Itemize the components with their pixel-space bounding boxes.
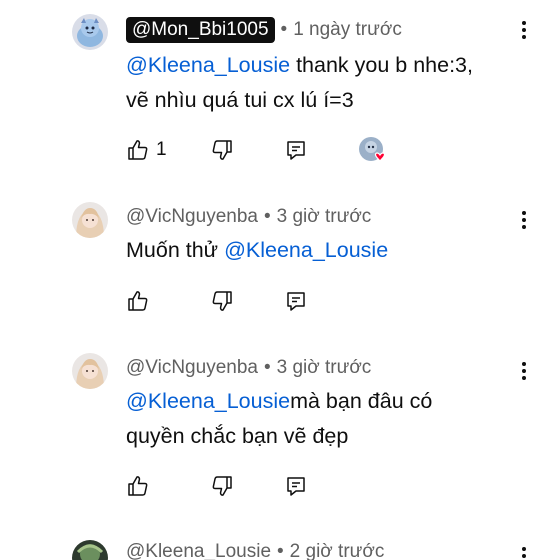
reply-button[interactable]	[284, 472, 308, 500]
reply-button[interactable]	[284, 136, 308, 164]
thumb-up-icon	[128, 140, 148, 160]
dislike-button[interactable]	[210, 472, 234, 500]
comment-text: Muốn thử @Kleena_Lousie	[126, 233, 526, 268]
comment-actions	[126, 287, 426, 315]
comment-meta: @Mon_Bbi1005 • 1 ngày trước	[126, 16, 402, 44]
thumb-up-icon	[128, 291, 148, 311]
comment-time[interactable]: 1 ngày trước	[293, 19, 402, 41]
reply-button[interactable]	[284, 287, 308, 315]
comment-text-part: thank you b nhe:3,	[290, 53, 473, 77]
comment-text-line: quyền chắc bạn vẽ đẹp	[126, 424, 349, 448]
comment-meta: @VicNguyenba • 3 giờ trước	[126, 354, 371, 382]
avatar-image	[72, 540, 108, 560]
comment-text: @Kleena_Lousie thank you b nhe:3, vẽ nhì…	[126, 48, 526, 118]
creator-heart-badge	[358, 136, 388, 164]
avatar-image	[72, 14, 108, 50]
author-name[interactable]: @Kleena_Lousie	[126, 541, 271, 560]
comment-text-part: Muốn thử	[126, 238, 225, 262]
thumb-down-icon	[212, 476, 232, 496]
separator-dot: •	[263, 357, 271, 378]
reply-icon	[287, 141, 305, 160]
separator-dot: •	[277, 541, 284, 560]
comment-text: @Kleena_Lousiemà bạn đâu có quyền chắc b…	[126, 384, 526, 454]
avatar-image	[72, 353, 108, 389]
comment-time[interactable]: 3 giờ trước	[277, 357, 372, 379]
avatar[interactable]	[72, 14, 108, 50]
more-vertical-icon[interactable]	[516, 18, 532, 42]
comment-actions: 1	[126, 136, 426, 164]
comment-actions	[126, 472, 426, 500]
more-vertical-icon[interactable]	[516, 208, 532, 232]
comment-meta: @VicNguyenba • 3 giờ trước	[126, 203, 371, 231]
thumb-down-icon	[212, 291, 232, 311]
comment-text-part: mà bạn đâu có	[290, 389, 433, 413]
avatar-image	[72, 202, 108, 238]
separator-dot: •	[263, 206, 271, 227]
more-vertical-icon[interactable]	[516, 544, 532, 560]
author-name[interactable]: @VicNguyenba	[126, 357, 258, 379]
like-button[interactable]	[126, 472, 150, 500]
dislike-button[interactable]	[210, 136, 234, 164]
reply-icon	[287, 477, 305, 496]
dislike-button[interactable]	[210, 287, 234, 315]
comment-meta: @Kleena_Lousie • 2 giờ trước	[126, 538, 384, 560]
reply-icon	[287, 292, 305, 311]
avatar[interactable]	[72, 540, 108, 560]
avatar[interactable]	[72, 202, 108, 238]
comment-text-line: vẽ nhìu quá tui cx lú í=3	[126, 88, 354, 112]
thumb-down-icon	[212, 140, 232, 160]
mention-link[interactable]: @Kleena_Lousie	[224, 238, 388, 262]
comment-time[interactable]: 3 giờ trước	[277, 206, 372, 228]
mention-link[interactable]: @Kleena_Lousie	[126, 389, 290, 413]
avatar[interactable]	[72, 353, 108, 389]
creator-heart-icon	[359, 137, 386, 162]
like-button[interactable]	[126, 287, 150, 315]
author-name[interactable]: @Mon_Bbi1005	[126, 17, 275, 43]
like-count: 1	[156, 139, 167, 160]
more-vertical-icon[interactable]	[516, 359, 532, 383]
separator-dot: •	[280, 19, 288, 40]
comment-time[interactable]: 2 giờ trước	[290, 541, 385, 560]
like-button[interactable]: 1	[126, 136, 167, 164]
thumb-up-icon	[128, 476, 148, 496]
mention-link[interactable]: @Kleena_Lousie	[126, 53, 290, 77]
author-name[interactable]: @VicNguyenba	[126, 206, 258, 228]
